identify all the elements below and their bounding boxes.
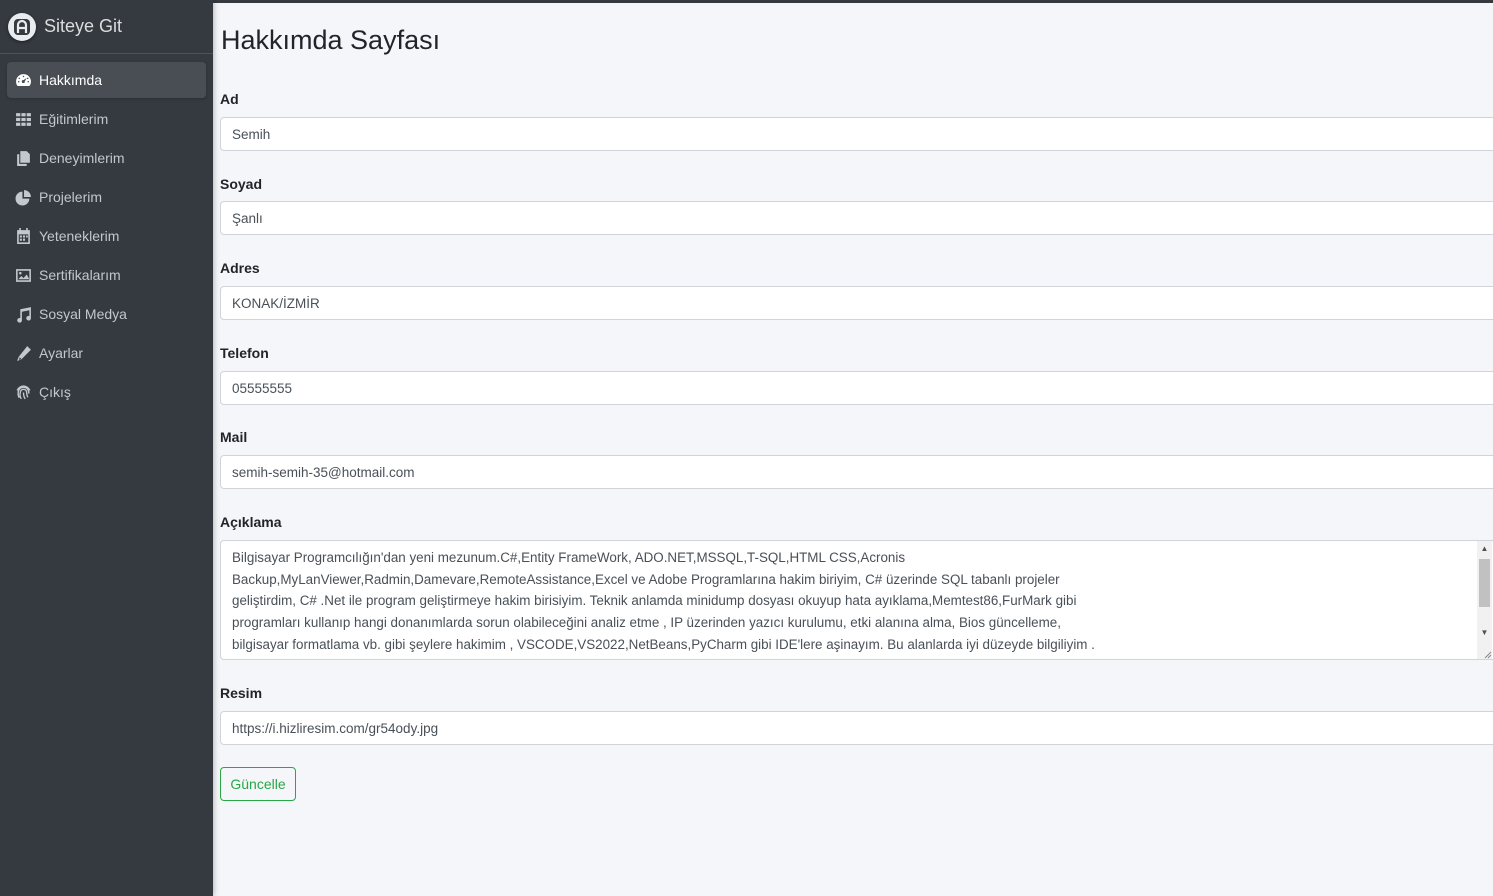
main-content: Hakkımda Sayfası Ad Soyad Adres Telefon … xyxy=(213,3,1493,896)
sidebar-item-label: Projelerim xyxy=(39,189,103,205)
sidebar-item-label: Yeteneklerim xyxy=(39,228,120,244)
sidebar-item-label: Sosyal Medya xyxy=(39,306,127,322)
soyad-input[interactable] xyxy=(220,201,1493,235)
sidebar-item-hakkimda[interactable]: Hakkımda xyxy=(7,62,206,98)
sidebar-item-label: Hakkımda xyxy=(39,72,103,88)
soyad-label: Soyad xyxy=(220,176,263,192)
ad-input[interactable] xyxy=(220,117,1493,151)
pie-chart-icon xyxy=(13,187,33,207)
textarea-scrollbar[interactable]: ▲ ▼ xyxy=(1477,541,1492,659)
ad-label: Ad xyxy=(220,91,239,107)
page-title: Hakkımda Sayfası xyxy=(221,25,441,55)
aciklama-line: bilgisayar formatlama vb. gibi şeylere h… xyxy=(232,636,1095,652)
sidebar-item-projelerim[interactable]: Projelerim xyxy=(7,179,206,215)
sidebar-item-sertifikalarim[interactable]: Sertifikalarım xyxy=(7,257,206,293)
telefon-label: Telefon xyxy=(220,345,269,361)
mail-input[interactable] xyxy=(220,455,1493,489)
aciklama-line: Backup,MyLanViewer,Radmin,Damevare,Remot… xyxy=(232,571,1060,587)
sidebar-item-egitimlerim[interactable]: Eğitimlerim xyxy=(7,101,206,137)
brand-logo-icon xyxy=(8,12,36,41)
sidebar-item-deneyimlerim[interactable]: Deneyimlerim xyxy=(7,140,206,176)
sidebar-item-sosyal-medya[interactable]: Sosyal Medya xyxy=(7,296,206,332)
sidebar-item-yeteneklerim[interactable]: Yeteneklerim xyxy=(7,218,206,254)
calendar-icon xyxy=(13,226,33,246)
sidebar-item-cikis[interactable]: Çıkış xyxy=(7,374,206,410)
scroll-down-arrow-icon[interactable]: ▼ xyxy=(1477,627,1492,639)
music-note-icon xyxy=(13,304,33,324)
aciklama-text: Bilgisayar Programcılığın'dan yeni mezun… xyxy=(232,547,1102,656)
aciklama-line: programları kullanıp hangi donanımlarda … xyxy=(232,615,1061,631)
sidebar-item-label: Eğitimlerim xyxy=(39,111,109,127)
aciklama-line: Bilgisayar Programcılığın'dan yeni mezun… xyxy=(232,550,906,565)
adres-input[interactable] xyxy=(220,286,1493,320)
sidebar-item-label: Ayarlar xyxy=(39,345,84,361)
brand-link[interactable]: Siteye Git xyxy=(0,0,213,54)
sidebar-item-label: Çıkış xyxy=(39,384,71,400)
pencil-icon xyxy=(13,343,33,363)
sidebar-item-label: Deneyimlerim xyxy=(39,150,125,166)
sidebar: Siteye Git Hakkımda Eğitimlerim Deneyiml… xyxy=(0,0,213,896)
fingerprint-icon xyxy=(13,382,33,402)
telefon-input[interactable] xyxy=(220,371,1493,405)
sidebar-item-ayarlar[interactable]: Ayarlar xyxy=(7,335,206,371)
brand-text: Siteye Git xyxy=(44,16,123,36)
mail-label: Mail xyxy=(220,429,248,445)
sidebar-item-label: Sertifikalarım xyxy=(39,267,121,283)
aciklama-line: geliştirdim, C# .Net ile program gelişti… xyxy=(232,593,1077,609)
resim-label: Resim xyxy=(220,685,263,701)
aciklama-textarea[interactable]: Bilgisayar Programcılığın'dan yeni mezun… xyxy=(220,540,1493,660)
sidebar-nav: Hakkımda Eğitimlerim Deneyimlerim Projel… xyxy=(0,54,213,410)
adres-label: Adres xyxy=(220,260,260,276)
scroll-thumb[interactable] xyxy=(1479,559,1490,607)
scroll-up-arrow-icon[interactable]: ▲ xyxy=(1477,543,1492,555)
copy-documents-icon xyxy=(13,148,33,168)
resize-grip-icon[interactable] xyxy=(1482,649,1492,659)
resim-input[interactable] xyxy=(220,711,1493,745)
grid-table-icon xyxy=(13,109,33,129)
aciklama-label: Açıklama xyxy=(220,514,282,530)
update-button[interactable]: Güncelle xyxy=(220,767,296,801)
dashboard-gauge-icon xyxy=(13,70,33,90)
image-icon xyxy=(13,265,33,285)
